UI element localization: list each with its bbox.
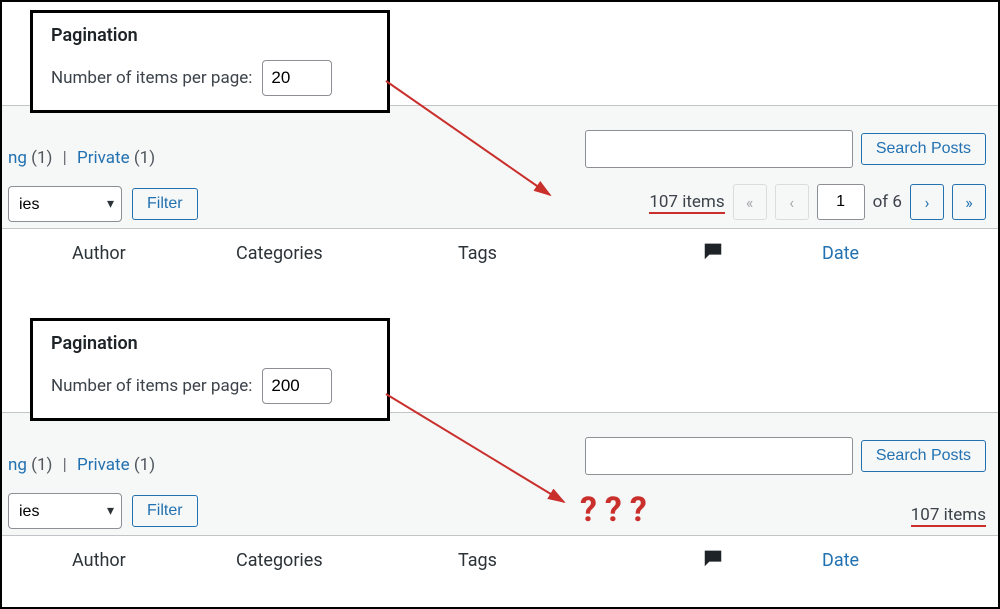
col-date[interactable]: Date	[822, 243, 859, 264]
per-page-label: Number of items per page:	[51, 376, 252, 396]
prev-page-button: ‹	[775, 184, 809, 220]
filter-bar: ies ▾ Filter	[8, 493, 198, 529]
search-box: Search Posts	[585, 437, 986, 475]
col-tags: Tags	[458, 550, 497, 571]
last-page-button[interactable]: »	[952, 184, 986, 220]
view-pending-count: (1)	[31, 455, 52, 475]
col-categories: Categories	[236, 243, 323, 264]
view-private-link[interactable]: Private	[77, 148, 130, 168]
view-private-count: (1)	[134, 455, 155, 475]
pagination-title: Pagination	[51, 25, 369, 46]
search-button[interactable]: Search Posts	[861, 440, 986, 472]
pagination-nav: 107 items « ‹ of 6 › »	[649, 184, 986, 220]
filter-button[interactable]: Filter	[132, 188, 198, 220]
total-items-label: 107 items	[649, 192, 724, 212]
search-button[interactable]: Search Posts	[861, 133, 986, 165]
list-toolbar-bottom: ng (1) | Private (1) ies ▾ Filter Search…	[2, 412, 998, 536]
page-of-total: of 6	[873, 192, 902, 212]
per-page-label: Number of items per page:	[51, 68, 252, 88]
post-status-views: ng (1) | Private (1)	[8, 455, 155, 475]
col-categories: Categories	[236, 550, 323, 571]
category-select[interactable]: ies	[8, 493, 122, 529]
post-status-views: ng (1) | Private (1)	[8, 148, 155, 168]
category-select[interactable]: ies	[8, 186, 122, 222]
next-page-button[interactable]: ›	[910, 184, 944, 220]
column-headers-top: Author Categories Tags Date	[2, 229, 998, 277]
views-separator: |	[63, 455, 67, 475]
view-pending-count: (1)	[31, 148, 52, 168]
comments-icon	[702, 547, 724, 574]
current-page-input[interactable]	[817, 184, 865, 220]
col-author: Author	[72, 243, 126, 264]
col-author: Author	[72, 550, 126, 571]
column-headers-bottom: Author Categories Tags Date	[2, 536, 998, 584]
total-items-label: 107 items	[911, 505, 986, 525]
list-toolbar-top: ng (1) | Private (1) ies ▾ Filter Search…	[2, 105, 998, 229]
view-private-link[interactable]: Private	[77, 455, 130, 475]
filter-button[interactable]: Filter	[132, 495, 198, 527]
search-input[interactable]	[585, 130, 853, 168]
pagination-title: Pagination	[51, 333, 369, 354]
search-box: Search Posts	[585, 130, 986, 168]
view-private-count: (1)	[134, 148, 155, 168]
col-tags: Tags	[458, 243, 497, 264]
pagination-nav: 107 items	[911, 505, 986, 525]
per-page-input[interactable]	[262, 60, 332, 96]
col-date[interactable]: Date	[822, 550, 859, 571]
filter-bar: ies ▾ Filter	[8, 186, 198, 222]
views-separator: |	[63, 148, 67, 168]
first-page-button: «	[733, 184, 767, 220]
view-pending-link[interactable]: ng	[8, 148, 27, 168]
pagination-callout-1: Pagination Number of items per page:	[30, 10, 390, 113]
annotation-question-marks: ???	[580, 490, 655, 530]
per-page-input[interactable]	[262, 368, 332, 404]
view-pending-link[interactable]: ng	[8, 455, 27, 475]
pagination-callout-2: Pagination Number of items per page:	[30, 318, 390, 421]
comments-icon	[702, 240, 724, 267]
search-input[interactable]	[585, 437, 853, 475]
